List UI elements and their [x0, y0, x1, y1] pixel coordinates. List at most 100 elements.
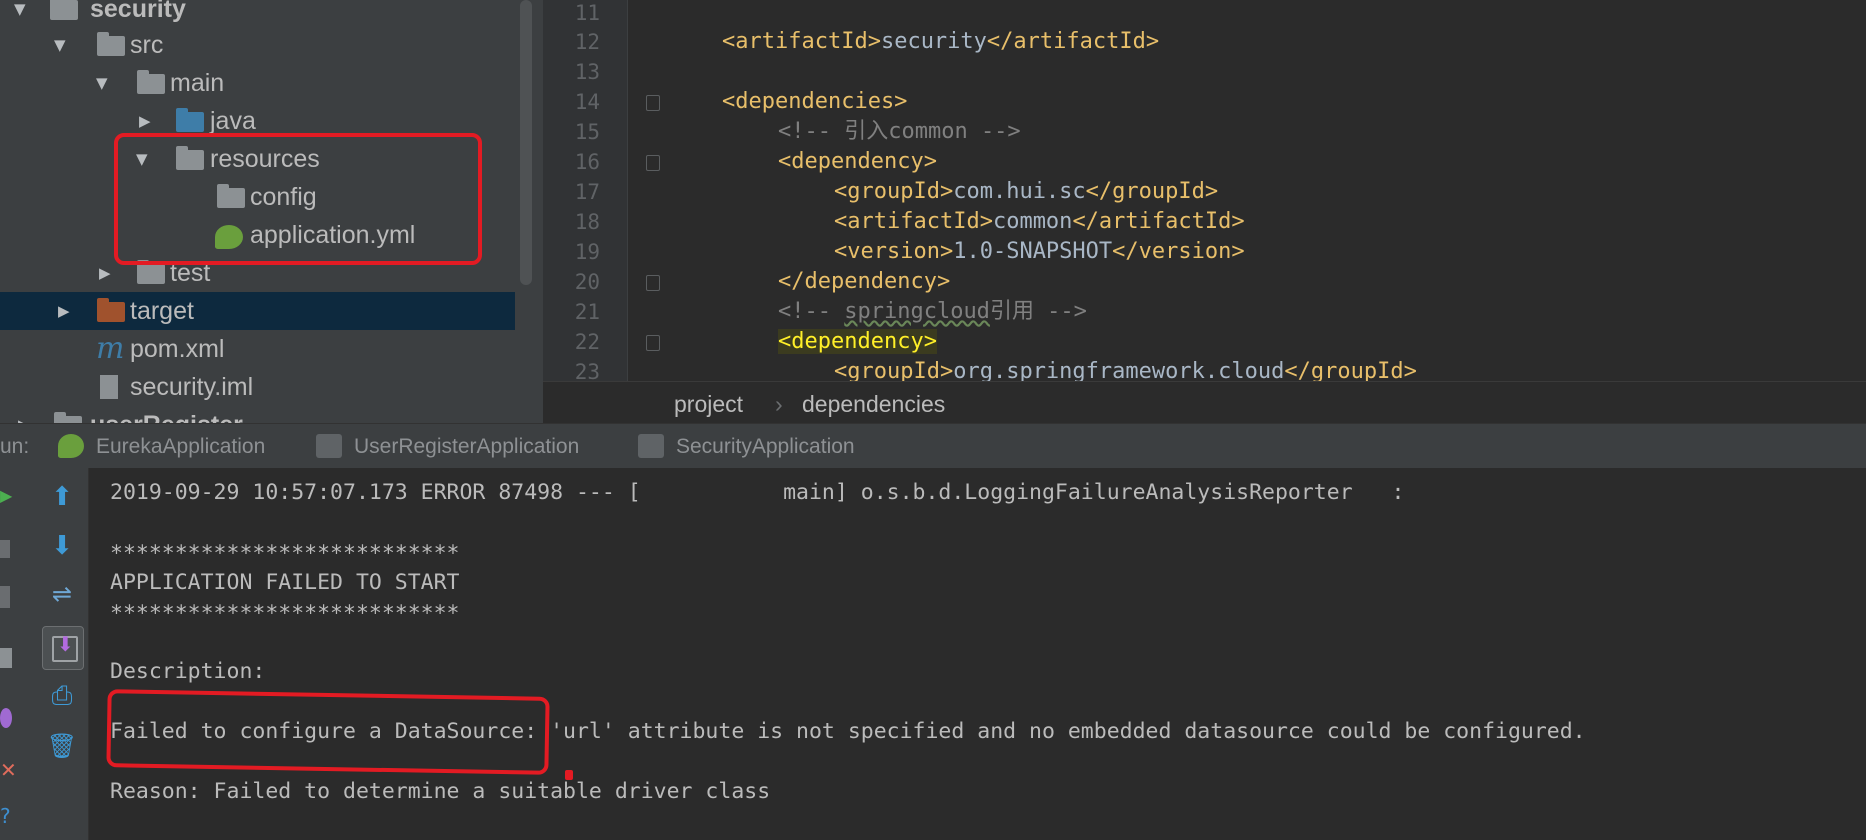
module-folder-icon	[54, 412, 82, 423]
code-line-17: <groupId>com.hui.sc</groupId>	[834, 177, 1218, 207]
line-number: 22	[574, 330, 600, 354]
rerun-icon[interactable]: ▶	[0, 486, 12, 505]
xml-tag: <version>	[834, 239, 954, 264]
collapsed-arrow-icon[interactable]: ▶	[58, 292, 70, 330]
code-editor[interactable]: 11 12 13 14 15 16 17 18 19 20 21 22 23 <…	[543, 0, 1866, 381]
breadcrumb: project › dependencies	[543, 381, 1866, 424]
dump-threads-icon[interactable]	[0, 648, 12, 668]
xml-comment: 引用 -->	[989, 299, 1087, 324]
xml-text: 1.0-SNAPSHOT	[953, 239, 1113, 264]
settings-icon[interactable]	[0, 708, 12, 728]
line-number: 17	[574, 180, 600, 204]
run-tab-userregister[interactable]: UserRegisterApplication	[316, 424, 616, 469]
console-separator: ***************************	[110, 601, 460, 626]
xml-text: security	[880, 29, 987, 54]
down-arrow-icon[interactable]: ⬇	[46, 531, 78, 563]
tree-item-main[interactable]: ▼ main	[0, 64, 515, 102]
console-description-label: Description:	[110, 659, 266, 684]
breadcrumb-item[interactable]: dependencies	[802, 391, 945, 418]
folder-icon	[137, 70, 165, 94]
code-line-18: <artifactId>common</artifactId>	[834, 207, 1245, 237]
pause-icon[interactable]	[0, 586, 10, 608]
fold-marker-icon[interactable]	[646, 95, 660, 111]
run-tab-label: EurekaApplication	[96, 435, 266, 458]
tree-item-iml[interactable]: security.iml	[0, 368, 515, 406]
highlight-error-box	[106, 689, 550, 775]
code-line-21: <!-- springcloud引用 -->	[778, 297, 1087, 327]
tree-item-label: src	[130, 31, 164, 59]
tree-item-label: userRegister	[90, 406, 243, 423]
help-icon[interactable]: ?	[0, 804, 11, 828]
gutter-divider	[627, 0, 628, 381]
xml-tag: <dependency>	[778, 149, 937, 174]
run-tab-label: SecurityApplication	[676, 435, 855, 458]
expanded-arrow-icon[interactable]: ▼	[96, 64, 108, 102]
xml-comment: <!--	[778, 299, 845, 324]
xml-tag: </artifactId>	[986, 29, 1160, 54]
iml-file-icon	[100, 375, 118, 399]
console-reason: Reason: Failed to determine a suitable d…	[110, 779, 771, 804]
tree-item-pom[interactable]: m pom.xml	[0, 330, 515, 368]
spring-boot-icon	[58, 434, 84, 458]
xml-tag: <dependencies>	[722, 89, 908, 114]
code-line-15: <!-- 引入common -->	[778, 117, 1021, 147]
app-icon	[316, 434, 342, 458]
code-line-22: <dependency>	[778, 327, 937, 357]
run-tab-security[interactable]: SecurityApplication	[638, 424, 898, 469]
xml-tag-highlighted: <dependency>	[778, 329, 937, 354]
xml-comment: <!-- 引入common -->	[778, 119, 1021, 144]
xml-tag: </groupId>	[1085, 179, 1219, 204]
folder-icon	[137, 260, 165, 284]
highlight-resources-box	[114, 133, 482, 265]
line-number: 23	[574, 360, 600, 381]
code-line-20: </dependency>	[778, 267, 950, 297]
line-number: 19	[574, 240, 600, 264]
expanded-arrow-icon[interactable]: ▼	[54, 26, 66, 64]
module-folder-icon	[50, 0, 78, 20]
xml-tag: <groupId>	[834, 179, 954, 204]
xml-tag: </artifactId>	[1072, 209, 1245, 234]
folder-icon	[97, 32, 125, 56]
print-icon[interactable]: ⎙	[46, 681, 78, 713]
breadcrumb-item[interactable]: project	[674, 391, 743, 418]
line-number: 13	[574, 60, 600, 84]
line-number: 15	[574, 120, 600, 144]
line-number: 16	[574, 150, 600, 174]
up-arrow-icon[interactable]: ⬆	[46, 482, 78, 514]
tree-scrollbar[interactable]	[520, 0, 532, 285]
scroll-to-end-button[interactable]: ⬇	[42, 626, 84, 670]
expanded-arrow-icon[interactable]: ▼	[14, 0, 26, 28]
xml-text: org.springframework.cloud	[953, 359, 1285, 381]
console-separator: ***************************	[110, 541, 460, 566]
fold-marker-icon[interactable]	[646, 155, 660, 171]
xml-tag: <artifactId>	[722, 29, 881, 54]
code-line-12: <artifactId>security</artifactId>	[722, 27, 1159, 57]
tree-item-label: target	[130, 297, 194, 325]
tree-item-userregister[interactable]: ▶ userRegister	[0, 406, 515, 423]
tree-item-src[interactable]: ▼ src	[0, 26, 515, 64]
source-folder-icon	[176, 108, 204, 132]
run-tab-label: UserRegisterApplication	[354, 435, 580, 458]
fold-marker-icon[interactable]	[646, 275, 660, 291]
xml-tag: </dependency>	[778, 269, 951, 294]
tree-item-target[interactable]: ▶ target	[0, 292, 515, 330]
stop-icon[interactable]	[0, 540, 10, 558]
line-number: 14	[574, 90, 600, 114]
excluded-folder-icon	[97, 298, 125, 322]
xml-comment: springcloud	[844, 299, 990, 324]
soft-wrap-icon[interactable]: ⇌	[46, 580, 78, 612]
run-tab-eureka[interactable]: EurekaApplication	[58, 424, 298, 469]
code-line-16: <dependency>	[778, 147, 937, 177]
collapsed-arrow-icon[interactable]: ▶	[18, 406, 30, 423]
collapsed-arrow-icon[interactable]: ▶	[99, 254, 111, 292]
trash-icon[interactable]: 🗑	[46, 732, 78, 764]
tree-item-label: pom.xml	[130, 335, 225, 363]
run-console[interactable]: ▶ ✕ ? ⬆ ⬇ ⇌ ⬇ ⎙ 🗑 2019-09-29 10:57:07.17…	[0, 468, 1866, 840]
run-actions-toolbar: ▶ ✕ ?	[0, 468, 20, 840]
close-icon[interactable]: ✕	[0, 758, 17, 782]
fold-marker-icon[interactable]	[646, 335, 660, 351]
tree-item-security[interactable]: ▼ security	[0, 0, 515, 28]
tree-item-label: security.iml	[130, 373, 254, 401]
console-error-title: APPLICATION FAILED TO START	[110, 570, 460, 595]
run-tool-window-header: un: EurekaApplication UserRegisterApplic…	[0, 423, 1866, 470]
